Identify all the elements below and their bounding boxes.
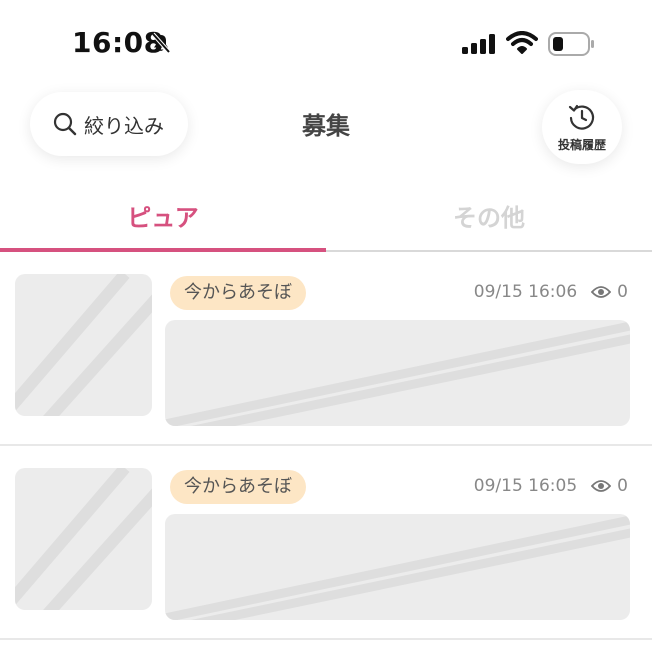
image-placeholder-icon (15, 274, 152, 416)
post-tag: 今からあそぼ (170, 276, 306, 310)
post-meta: 09/15 16:05 0 (474, 476, 628, 496)
post-timestamp: 09/15 16:06 (473, 282, 578, 302)
view-count: 0 (617, 476, 628, 496)
post-content-placeholder[interactable] (165, 320, 630, 426)
post-meta: 09/15 16:06 0 (474, 282, 628, 302)
eye-icon (591, 480, 612, 492)
wifi-icon (506, 31, 538, 54)
tab-other[interactable]: その他 (326, 198, 652, 233)
post-list-item[interactable]: 今からあそぼ 09/15 16:05 0 (0, 446, 652, 640)
post-timestamp: 09/15 16:05 (473, 476, 578, 496)
post-history-label: 投稿履歴 (557, 138, 606, 152)
signal-icon (462, 34, 495, 54)
bell-slash-icon (151, 32, 171, 54)
post-list-item[interactable]: 今からあそぼ 09/15 16:06 0 (0, 252, 652, 446)
history-icon (568, 104, 595, 130)
eye-icon (591, 286, 612, 298)
view-count: 0 (617, 282, 628, 302)
post-history-button[interactable]: 投稿履歴 (542, 90, 622, 164)
tab-pure[interactable]: ピュア (0, 198, 326, 233)
post-thumbnail[interactable] (15, 274, 152, 416)
status-bar: 16:08 (0, 0, 652, 80)
header: 絞り込み 募集 投稿履歴 (0, 84, 652, 170)
post-content-placeholder[interactable] (165, 514, 630, 620)
post-tag: 今からあそぼ (170, 470, 306, 504)
post-thumbnail[interactable] (15, 468, 152, 610)
image-placeholder-icon (15, 468, 152, 610)
tab-bar: ピュア その他 (0, 188, 652, 252)
battery-icon (548, 32, 594, 56)
